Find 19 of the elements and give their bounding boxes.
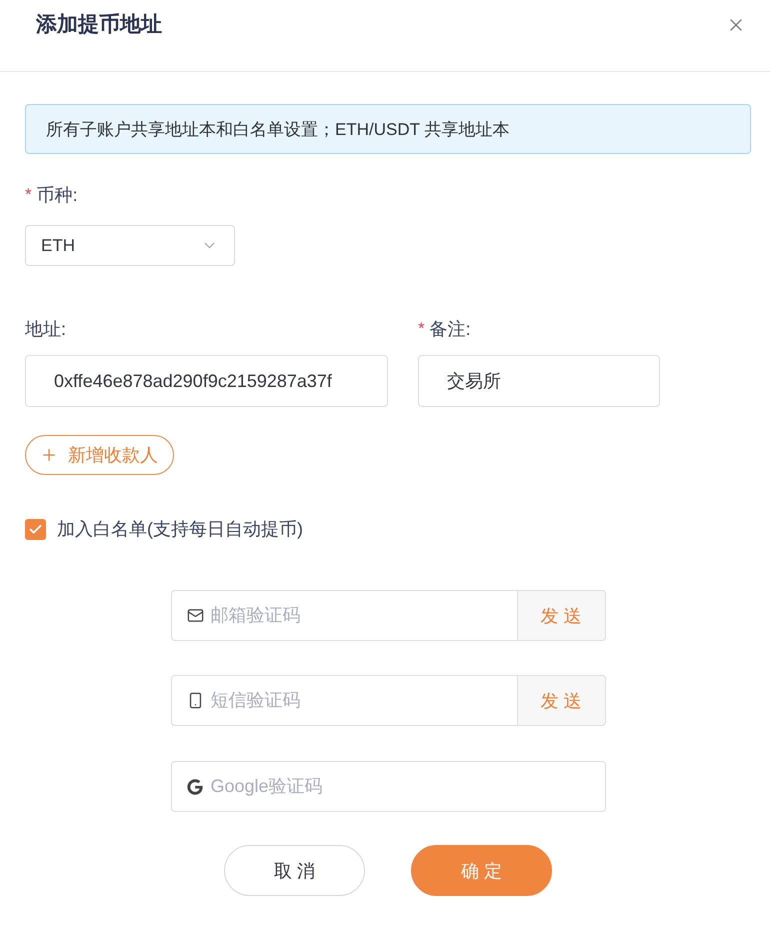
info-notice: 所有子账户共享地址本和白名单设置；ETH/USDT 共享地址本 <box>25 104 751 154</box>
google-code-field[interactable]: Google验证码 <box>170 761 606 812</box>
plus-icon <box>40 446 58 464</box>
address-label: 地址: <box>25 318 66 341</box>
address-input[interactable]: 0xffe46e878ad290f9c2159287a37f <box>25 355 388 407</box>
g-logo-icon <box>186 778 202 794</box>
currency-select[interactable]: ETH <box>25 225 235 266</box>
required-mark: * <box>25 185 32 205</box>
remark-label: 备注: <box>430 318 471 341</box>
sms-code-field[interactable]: 短信验证码 <box>170 675 518 726</box>
email-code-field[interactable]: 邮箱验证码 <box>170 590 518 641</box>
remark-input[interactable]: 交易所 <box>418 355 660 407</box>
whitelist-checkbox[interactable] <box>25 518 46 540</box>
required-mark: * <box>418 319 425 339</box>
dialog-title: 添加提币地址 <box>36 12 162 38</box>
cancel-button[interactable]: 取 消 <box>224 845 365 896</box>
currency-label: 币种: <box>36 184 78 207</box>
whitelist-label: 加入白名单(支持每日自动提币) <box>57 518 303 541</box>
envelope-icon <box>186 607 204 624</box>
